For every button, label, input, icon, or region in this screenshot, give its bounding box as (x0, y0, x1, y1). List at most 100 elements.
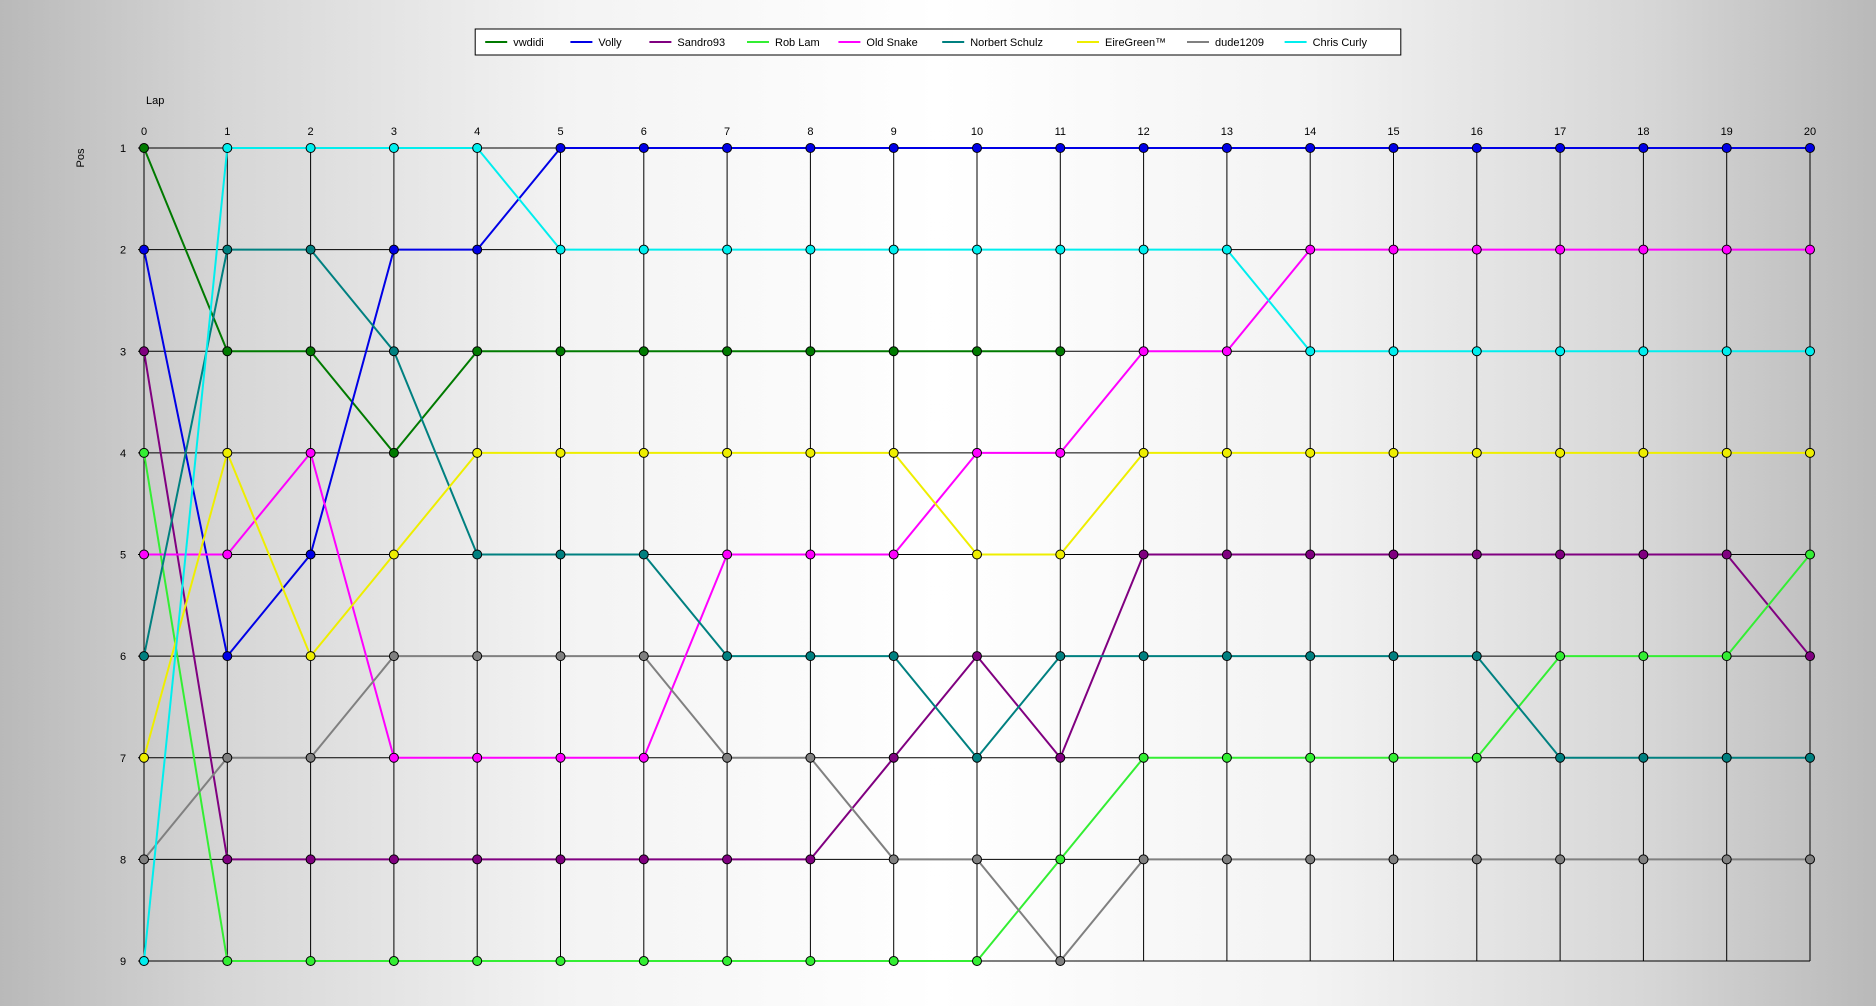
legend: vwdidi Volly Sandro93 Rob Lam Old Snake Norbe… (474, 28, 1402, 56)
x-tick-label: 0 (141, 126, 147, 138)
x-tick-label: 7 (724, 126, 730, 138)
point-rob-lam (388, 956, 399, 966)
point-sandro93 (1555, 549, 1566, 560)
x-tick-label: 17 (1554, 126, 1566, 138)
legend-label-old-snake: Old Snake (866, 37, 917, 49)
point-dude1209 (722, 752, 733, 763)
point-chris-curly (1805, 346, 1815, 357)
point-sandro93 (1638, 549, 1649, 560)
point-sandro93 (1721, 549, 1732, 560)
point-sandro93 (472, 854, 483, 865)
point-vwdidi (1055, 346, 1066, 357)
point-eiregreen (1221, 447, 1232, 458)
point-sandro93 (555, 854, 566, 865)
point-volly (388, 244, 399, 255)
point-chris-curly (972, 244, 982, 255)
point-chris-curly (1471, 346, 1482, 357)
point-norbert-schulz (972, 752, 982, 763)
point-old-snake (1471, 244, 1482, 255)
point-dude1209 (1721, 854, 1732, 865)
point-old-snake (1805, 244, 1815, 255)
point-volly (222, 651, 233, 662)
point-dude1209 (1805, 854, 1815, 865)
point-dude1209 (305, 752, 316, 763)
point-eiregreen (1638, 447, 1649, 458)
point-volly (638, 143, 649, 153)
point-volly (555, 143, 566, 153)
x-tick-label: 3 (391, 126, 397, 138)
point-old-snake (722, 549, 733, 560)
point-volly (1138, 143, 1149, 153)
point-old-snake (1388, 244, 1399, 255)
point-rob-lam (139, 447, 149, 458)
legend-label-dude1209: dude1209 (1215, 37, 1264, 49)
point-old-snake (222, 549, 233, 560)
x-axis-label: Lap (146, 95, 164, 107)
point-rob-lam (1055, 854, 1066, 865)
x-tick-label: 4 (474, 126, 480, 138)
point-dude1209 (1471, 854, 1482, 865)
x-tick-label: 6 (641, 126, 647, 138)
x-tick-label: 12 (1137, 126, 1149, 138)
point-volly (972, 143, 982, 153)
point-rob-lam (305, 956, 316, 966)
point-vwdidi (222, 346, 233, 357)
point-chris-curly (139, 956, 149, 966)
point-chris-curly (1388, 346, 1399, 357)
point-sandro93 (638, 854, 649, 865)
legend-label-vwdidi: vwdidi (513, 37, 544, 49)
point-old-snake (638, 752, 649, 763)
point-chris-curly (1721, 346, 1732, 357)
x-tick-label: 13 (1221, 126, 1233, 138)
point-dude1209 (139, 854, 149, 865)
x-tick-label: 14 (1304, 126, 1316, 138)
point-volly (1805, 143, 1815, 153)
point-dude1209 (805, 752, 816, 763)
point-old-snake (1138, 346, 1149, 357)
point-eiregreen (1721, 447, 1732, 458)
point-rob-lam (555, 956, 566, 966)
y-tick-label: 4 (120, 448, 126, 460)
point-dude1209 (388, 651, 399, 662)
point-chris-curly (722, 244, 733, 255)
point-volly (722, 143, 733, 153)
point-volly (472, 244, 483, 255)
point-eiregreen (139, 752, 149, 763)
legend-label-rob-lam: Rob Lam (775, 37, 820, 49)
point-chris-curly (1305, 346, 1316, 357)
point-vwdidi (972, 346, 982, 357)
point-norbert-schulz (805, 651, 816, 662)
point-chris-curly (222, 143, 233, 153)
point-chris-curly (1555, 346, 1566, 357)
point-vwdidi (638, 346, 649, 357)
point-sandro93 (222, 854, 233, 865)
point-eiregreen (805, 447, 816, 458)
y-axis-label: Pos (75, 148, 87, 167)
point-sandro93 (1221, 549, 1232, 560)
point-sandro93 (1805, 651, 1815, 662)
point-norbert-schulz (305, 244, 316, 255)
point-chris-curly (1138, 244, 1149, 255)
legend-label-eiregreen: EireGreen™ (1105, 37, 1166, 49)
x-tick-labels: 0 1 2 3 4 5 6 7 8 9 10 11 12 13 14 15 16 17 18 19 20 (141, 126, 1816, 138)
point-dude1209 (888, 854, 899, 865)
point-rob-lam (1221, 752, 1232, 763)
x-tick-label: 1 (224, 126, 230, 138)
point-dude1209 (1555, 854, 1566, 865)
point-vwdidi (722, 346, 733, 357)
point-eiregreen (888, 447, 899, 458)
point-norbert-schulz (1721, 752, 1732, 763)
point-eiregreen (1555, 447, 1566, 458)
point-eiregreen (1138, 447, 1149, 458)
point-sandro93 (1305, 549, 1316, 560)
x-tick-label: 8 (807, 126, 813, 138)
point-norbert-schulz (388, 346, 399, 357)
point-rob-lam (638, 956, 649, 966)
point-norbert-schulz (1638, 752, 1649, 763)
point-rob-lam (1721, 651, 1732, 662)
point-sandro93 (388, 854, 399, 865)
point-rob-lam (1305, 752, 1316, 763)
point-chris-curly (1055, 244, 1066, 255)
point-volly (1638, 143, 1649, 153)
point-norbert-schulz (222, 244, 233, 255)
